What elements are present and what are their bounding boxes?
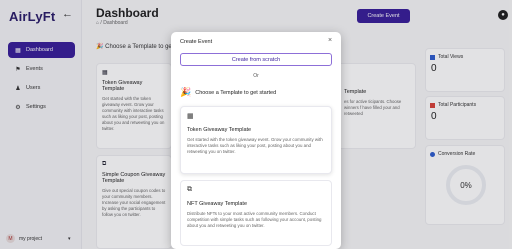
or-divider: Or [253,73,259,79]
template-description: Get started with the token giveaway even… [187,137,323,154]
modal-template-token[interactable]: ▦ Token Giveaway Template Get started wi… [180,106,332,174]
close-icon[interactable]: × [328,37,332,44]
choose-template-heading: 🎉 Choose a Template to get started [180,87,276,98]
grid-icon: ▦ [187,113,194,120]
modal-template-nft[interactable]: ⧉ NFT Giveaway Template Distribute NFTs … [180,180,332,246]
create-event-modal: Create Event × Create from scratch Or 🎉 … [171,32,341,249]
create-from-scratch-button[interactable]: Create from scratch [180,53,332,66]
choose-template-label: Choose a Template to get started [195,89,277,96]
template-description: Distribute NFTs to your most active comm… [187,211,322,228]
party-icon: 🎉 [180,87,192,97]
template-title: NFT Giveaway Template [187,201,248,207]
nft-icon: ⧉ [187,186,192,193]
modal-title: Create Event [180,39,213,45]
template-title: Token Giveaway Template [187,127,252,133]
